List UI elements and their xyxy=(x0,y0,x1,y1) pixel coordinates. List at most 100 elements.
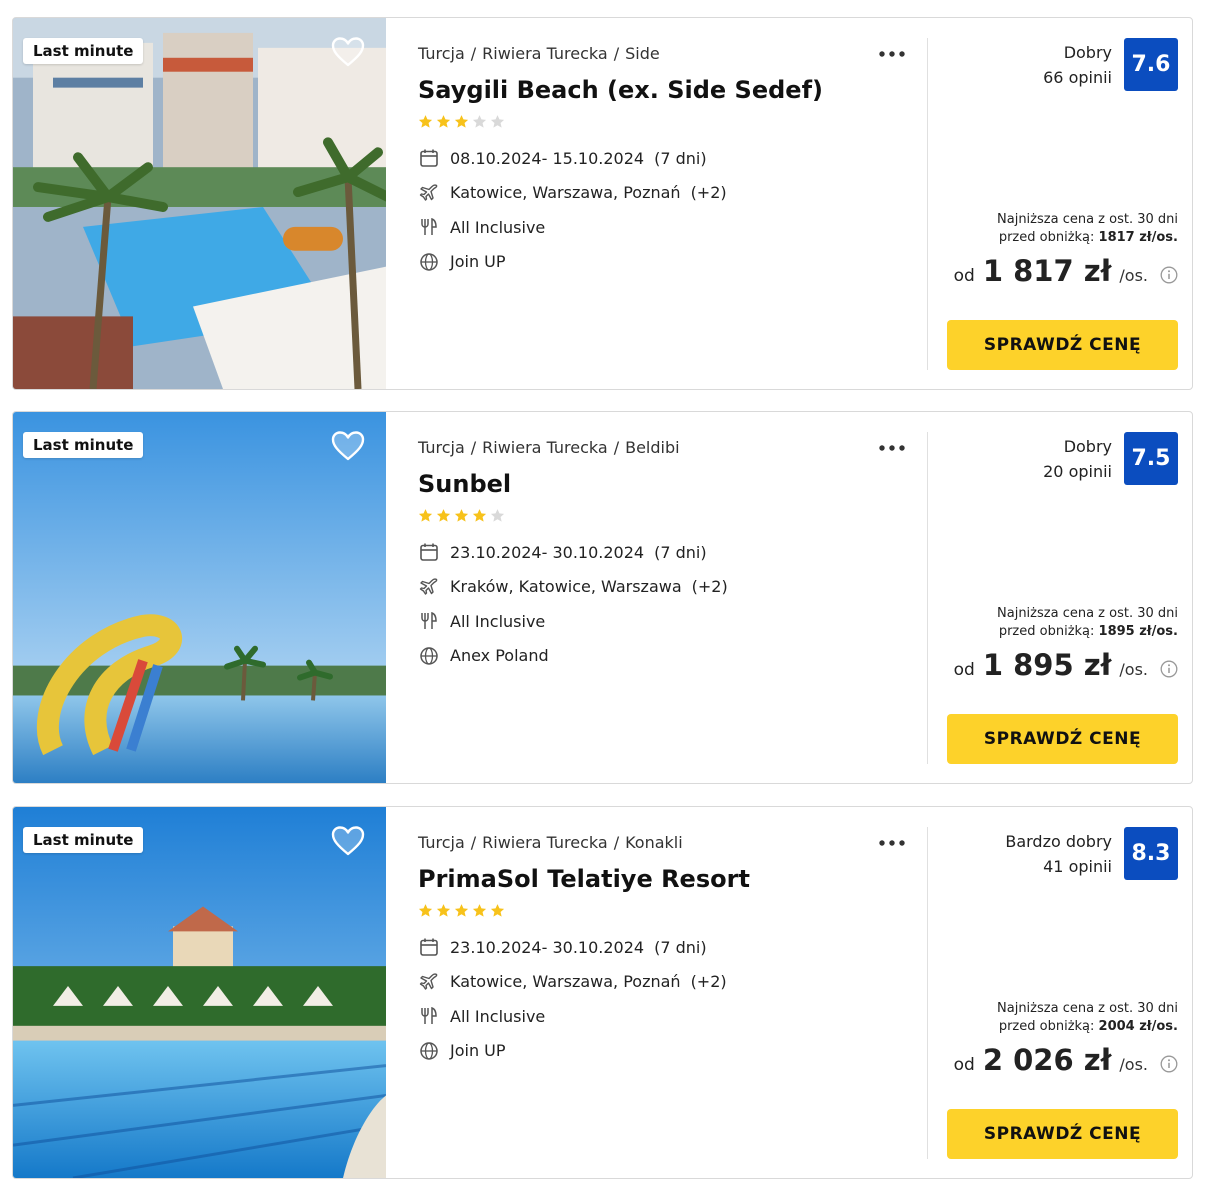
star-rating xyxy=(418,114,505,130)
hotel-photo[interactable] xyxy=(13,18,386,389)
check-price-button[interactable]: SPRAWDŹ CENĘ xyxy=(947,320,1178,370)
board-row: All Inclusive xyxy=(418,611,728,631)
travel-duration: (7 dni) xyxy=(654,542,707,562)
lowest-price-note: Najniższa cena z ost. 30 dni przed obniż… xyxy=(997,1000,1178,1036)
breadcrumb-region[interactable]: Riwiera Turecka xyxy=(482,44,608,63)
board-type: All Inclusive xyxy=(450,611,546,631)
rating-summary[interactable]: Dobry 66 opinii xyxy=(1043,40,1112,90)
departure-more[interactable]: (+2) xyxy=(691,183,727,202)
info-icon[interactable] xyxy=(1160,660,1178,678)
heart-icon[interactable] xyxy=(331,430,365,462)
board-type: All Inclusive xyxy=(450,1006,546,1026)
lowest-price-prefix: przed obniżką: xyxy=(998,624,1095,639)
more-dots-icon[interactable] xyxy=(877,834,907,852)
hotel-photo[interactable] xyxy=(13,807,386,1178)
score-badge: 7.6 xyxy=(1124,38,1178,91)
rating-label: Bardzo dobry xyxy=(1005,832,1112,851)
reviews-count[interactable]: 66 opinii xyxy=(1043,65,1112,90)
star-empty-icon xyxy=(472,114,487,130)
price-value: 1 817 zł xyxy=(982,254,1112,288)
breadcrumb-separator: / xyxy=(613,833,620,852)
rating-summary[interactable]: Dobry 20 opinii xyxy=(1043,434,1112,484)
dates-row: 23.10.2024- 30.10.2024 (7 dni) xyxy=(418,937,727,957)
breadcrumb-separator: / xyxy=(613,44,620,63)
star-filled-icon xyxy=(454,508,469,524)
breadcrumb-country[interactable]: Turcja xyxy=(418,833,465,852)
calendar-icon xyxy=(418,148,440,168)
breadcrumb-city[interactable]: Konakli xyxy=(625,833,683,852)
star-filled-icon xyxy=(490,903,505,919)
travel-duration: (7 dni) xyxy=(654,148,707,168)
star-filled-icon xyxy=(472,903,487,919)
board-row: All Inclusive xyxy=(418,1006,727,1026)
price-suffix: /os. xyxy=(1119,660,1148,679)
globe-icon xyxy=(418,646,440,666)
board-type: All Inclusive xyxy=(450,217,546,237)
cutlery-icon xyxy=(418,611,440,631)
dates-row: 08.10.2024- 15.10.2024 (7 dni) xyxy=(418,148,727,168)
offer-details: 08.10.2024- 15.10.2024 (7 dni) Katowice,… xyxy=(418,148,727,286)
breadcrumb-region[interactable]: Riwiera Turecka xyxy=(482,438,608,457)
lowest-price-value: 2004 zł/os. xyxy=(1098,1019,1178,1034)
hotel-name[interactable]: PrimaSol Telatiye Resort xyxy=(418,865,750,893)
price-suffix: /os. xyxy=(1119,1055,1148,1074)
departure-more[interactable]: (+2) xyxy=(692,577,728,596)
lowest-price-prefix: przed obniżką: xyxy=(998,230,1095,245)
offer-card: Last minute Turcja / Riwiera Turecka / Side … xyxy=(12,17,1193,390)
departure-cities: Katowice, Warszawa, Poznań xyxy=(450,183,681,202)
breadcrumb-country[interactable]: Turcja xyxy=(418,44,465,63)
departure-cities: Kraków, Katowice, Warszawa xyxy=(450,577,682,596)
hotel-name[interactable]: Sunbel xyxy=(418,470,511,498)
hotel-name[interactable]: Saygili Beach (ex. Side Sedef) xyxy=(418,76,823,104)
price-prefix: od xyxy=(953,266,975,286)
offer-info: Turcja / Riwiera Turecka / Side Saygili Beac… xyxy=(418,18,918,389)
price: od 1 895 zł /os. xyxy=(954,648,1178,682)
breadcrumb-country[interactable]: Turcja xyxy=(418,438,465,457)
star-filled-icon xyxy=(454,114,469,130)
hotel-photo[interactable] xyxy=(13,412,386,783)
more-dots-icon[interactable] xyxy=(877,45,907,63)
price-panel: Dobry 20 opinii 7.5 Najniższa cena z ost… xyxy=(928,412,1192,783)
offer-details: 23.10.2024- 30.10.2024 (7 dni) Kraków, K… xyxy=(418,542,728,680)
star-filled-icon xyxy=(472,508,487,524)
star-filled-icon xyxy=(436,114,451,130)
breadcrumb-region[interactable]: Riwiera Turecka xyxy=(482,833,608,852)
offer-card: Last minute Turcja / Riwiera Turecka / Beldi… xyxy=(12,411,1193,784)
check-price-button[interactable]: SPRAWDŹ CENĘ xyxy=(947,1109,1178,1159)
breadcrumb: Turcja / Riwiera Turecka / Side xyxy=(418,44,660,63)
info-icon[interactable] xyxy=(1160,266,1178,284)
lowest-price-text: Najniższa cena z ost. 30 dni xyxy=(997,1001,1178,1016)
heart-icon[interactable] xyxy=(331,825,365,857)
departure-more[interactable]: (+2) xyxy=(691,972,727,991)
reviews-count[interactable]: 41 opinii xyxy=(1005,854,1112,879)
star-rating xyxy=(418,903,505,919)
plane-icon xyxy=(418,972,440,992)
more-dots-icon[interactable] xyxy=(877,439,907,457)
departure-cities: Katowice, Warszawa, Poznań xyxy=(450,972,681,991)
departure-row: Katowice, Warszawa, Poznań (+2) xyxy=(418,183,727,203)
price: od 2 026 zł /os. xyxy=(954,1043,1178,1077)
breadcrumb-city[interactable]: Beldibi xyxy=(625,438,679,457)
rating-label: Dobry xyxy=(1063,437,1112,456)
offer-card: Last minute Turcja / Riwiera Turecka / Konak… xyxy=(12,806,1193,1179)
score-badge: 7.5 xyxy=(1124,432,1178,485)
star-filled-icon xyxy=(436,903,451,919)
dates-row: 23.10.2024- 30.10.2024 (7 dni) xyxy=(418,542,728,562)
breadcrumb-separator: / xyxy=(613,438,620,457)
departure-row: Katowice, Warszawa, Poznań (+2) xyxy=(418,972,727,992)
rating-summary[interactable]: Bardzo dobry 41 opinii xyxy=(1005,829,1112,879)
lowest-price-value: 1817 zł/os. xyxy=(1098,230,1178,245)
check-price-button[interactable]: SPRAWDŹ CENĘ xyxy=(947,714,1178,764)
lowest-price-value: 1895 zł/os. xyxy=(1098,624,1178,639)
price-prefix: od xyxy=(953,1055,975,1075)
tour-operator: Anex Poland xyxy=(450,646,549,665)
breadcrumb-city[interactable]: Side xyxy=(625,44,660,63)
lowest-price-text: Najniższa cena z ost. 30 dni xyxy=(997,606,1178,621)
info-icon[interactable] xyxy=(1160,1055,1178,1073)
heart-icon[interactable] xyxy=(331,36,365,68)
price: od 1 817 zł /os. xyxy=(954,254,1178,288)
cutlery-icon xyxy=(418,217,440,237)
score-badge: 8.3 xyxy=(1124,827,1178,880)
star-empty-icon xyxy=(490,114,505,130)
reviews-count[interactable]: 20 opinii xyxy=(1043,459,1112,484)
